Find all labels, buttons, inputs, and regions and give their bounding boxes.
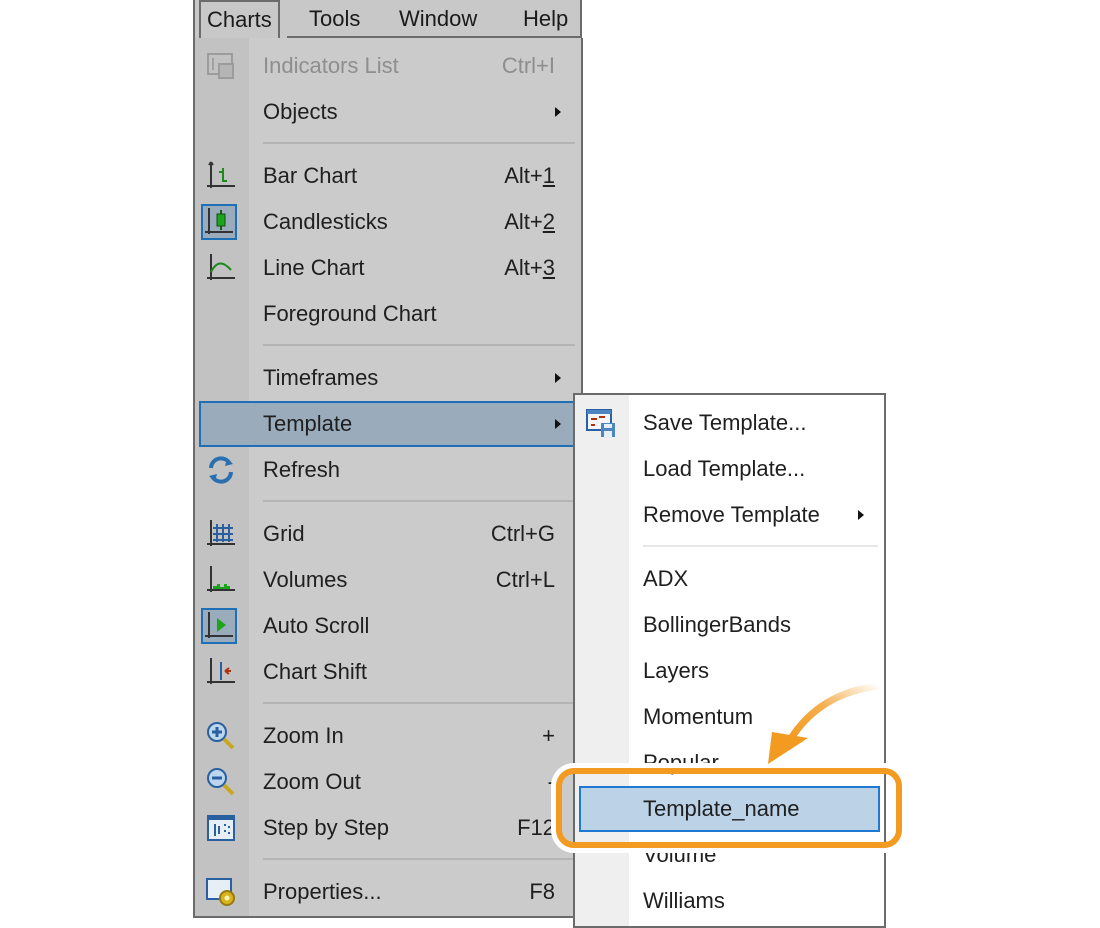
menu-help[interactable]: Help — [523, 0, 568, 38]
zoom-in-icon — [205, 720, 237, 752]
indicators-list-icon — [205, 50, 237, 82]
menu-item-volumes[interactable]: Volumes Ctrl+L — [195, 557, 581, 603]
template-item-williams[interactable]: Williams — [575, 878, 884, 924]
submenu-item-load-template[interactable]: Load Template... — [575, 446, 884, 492]
menu-item-grid[interactable]: Grid Ctrl+G — [195, 511, 581, 557]
menu-item-label: Candlesticks — [263, 209, 388, 234]
menu-item-label: Refresh — [263, 457, 341, 482]
step-by-step-icon — [205, 812, 237, 844]
menu-item-shortcut: Ctrl+L — [495, 567, 555, 592]
menu-separator — [643, 545, 878, 547]
menu-item-label: Auto Scroll — [263, 613, 370, 638]
menu-item-indicators-list[interactable]: Indicators List Ctrl+I — [195, 43, 581, 89]
menu-item-label: Williams — [643, 888, 725, 913]
menu-item-refresh[interactable]: Refresh — [195, 447, 581, 493]
menu-item-label: Grid — [263, 521, 305, 546]
menu-item-line-chart[interactable]: Line Chart Alt+3 — [195, 245, 581, 291]
template-item-bollingerbands[interactable]: BollingerBands — [575, 602, 884, 648]
menu-item-shortcut: Alt+2 — [504, 209, 555, 234]
menu-item-label: Line Chart — [263, 255, 365, 280]
menu-separator — [263, 500, 575, 502]
menu-item-label: Zoom Out — [263, 769, 361, 794]
menu-item-step-by-step[interactable]: Step by Step F12 — [195, 805, 581, 851]
menu-item-foreground-chart[interactable]: Foreground Chart — [195, 291, 581, 337]
menu-item-zoom-in[interactable]: Zoom In + — [195, 713, 581, 759]
menu-item-template[interactable]: Template — [199, 401, 581, 447]
menu-item-label: Momentum — [643, 704, 754, 729]
template-item-volume[interactable]: Volume — [575, 832, 884, 878]
menu-item-label: Timeframes — [263, 365, 379, 390]
candlesticks-icon — [201, 204, 237, 240]
menu-item-auto-scroll[interactable]: Auto Scroll — [195, 603, 581, 649]
menu-item-shortcut: + — [542, 723, 555, 748]
chart-shift-icon — [205, 656, 237, 688]
menu-separator — [263, 702, 575, 704]
menu-item-label: Indicators List — [263, 53, 399, 78]
menu-item-bar-chart[interactable]: Bar Chart Alt+1 — [195, 153, 581, 199]
menu-item-label: Volume — [643, 842, 717, 867]
menu-item-label: Template — [263, 411, 353, 436]
grid-icon — [205, 518, 237, 550]
submenu-arrow-icon — [555, 419, 561, 429]
submenu-arrow-icon — [555, 107, 561, 117]
auto-scroll-icon — [201, 608, 237, 644]
template-submenu: Save Template... Load Template... Remove… — [573, 393, 886, 928]
menu-item-label: BollingerBands — [643, 612, 791, 637]
zoom-out-icon — [205, 766, 237, 798]
properties-icon — [205, 876, 237, 908]
menu-separator — [263, 142, 575, 144]
menu-item-label: Volumes — [263, 567, 348, 592]
menu-bar: Charts Tools Window Help — [193, 0, 582, 38]
menu-item-label: Popular — [643, 750, 719, 775]
menu-item-shortcut: Ctrl+G — [490, 521, 555, 546]
save-template-icon — [585, 407, 617, 439]
menu-item-timeframes[interactable]: Timeframes — [195, 355, 581, 401]
menu-item-label: Load Template... — [643, 456, 806, 481]
menu-item-label: Foreground Chart — [263, 301, 437, 326]
menu-item-objects[interactable]: Objects — [195, 89, 581, 135]
menu-item-shortcut: - — [547, 769, 555, 794]
submenu-arrow-icon — [858, 510, 864, 520]
menu-item-chart-shift[interactable]: Chart Shift — [195, 649, 581, 695]
menu-item-label: Chart Shift — [263, 659, 367, 684]
menu-item-shortcut: F12 — [517, 815, 555, 840]
menu-item-shortcut: Alt+1 — [504, 163, 555, 188]
menu-item-candlesticks[interactable]: Candlesticks Alt+2 — [195, 199, 581, 245]
template-item-layers[interactable]: Layers — [575, 648, 884, 694]
menu-item-label: Layers — [643, 658, 710, 683]
menu-window[interactable]: Window — [399, 0, 477, 38]
menu-item-shortcut: F8 — [529, 879, 555, 904]
submenu-item-save-template[interactable]: Save Template... — [575, 400, 884, 446]
menu-item-label: Template_name — [643, 796, 800, 821]
refresh-icon — [205, 454, 237, 486]
menu-item-shortcut: Alt+3 — [504, 255, 555, 280]
template-item-popular[interactable]: Popular — [575, 740, 884, 786]
submenu-arrow-icon — [555, 373, 561, 383]
menu-item-zoom-out[interactable]: Zoom Out - — [195, 759, 581, 805]
bar-chart-icon — [205, 160, 237, 192]
menu-tools[interactable]: Tools — [309, 0, 360, 38]
menu-item-label: Step by Step — [263, 815, 389, 840]
template-item-template-name[interactable]: Template_name — [579, 786, 880, 832]
menu-separator — [263, 858, 575, 860]
menu-item-label: Properties... — [263, 879, 382, 904]
charts-menu: Indicators List Ctrl+I Objects Bar Chart… — [193, 38, 583, 918]
line-chart-icon — [205, 252, 237, 284]
menu-item-shortcut: Ctrl+I — [501, 53, 555, 78]
menu-item-label: Objects — [263, 99, 338, 124]
volumes-icon — [205, 564, 237, 596]
template-item-momentum[interactable]: Momentum — [575, 694, 884, 740]
menu-item-label: Bar Chart — [263, 163, 358, 188]
menu-item-label: Zoom In — [263, 723, 344, 748]
submenu-item-remove-template[interactable]: Remove Template — [575, 492, 884, 538]
menu-item-properties[interactable]: Properties... F8 — [195, 869, 581, 915]
template-item-adx[interactable]: ADX — [575, 556, 884, 602]
menu-item-label: Remove Template — [643, 502, 820, 527]
menu-separator — [263, 344, 575, 346]
menu-item-label: Save Template... — [643, 410, 807, 435]
menu-charts[interactable]: Charts — [199, 0, 280, 38]
menu-item-label: ADX — [643, 566, 689, 591]
